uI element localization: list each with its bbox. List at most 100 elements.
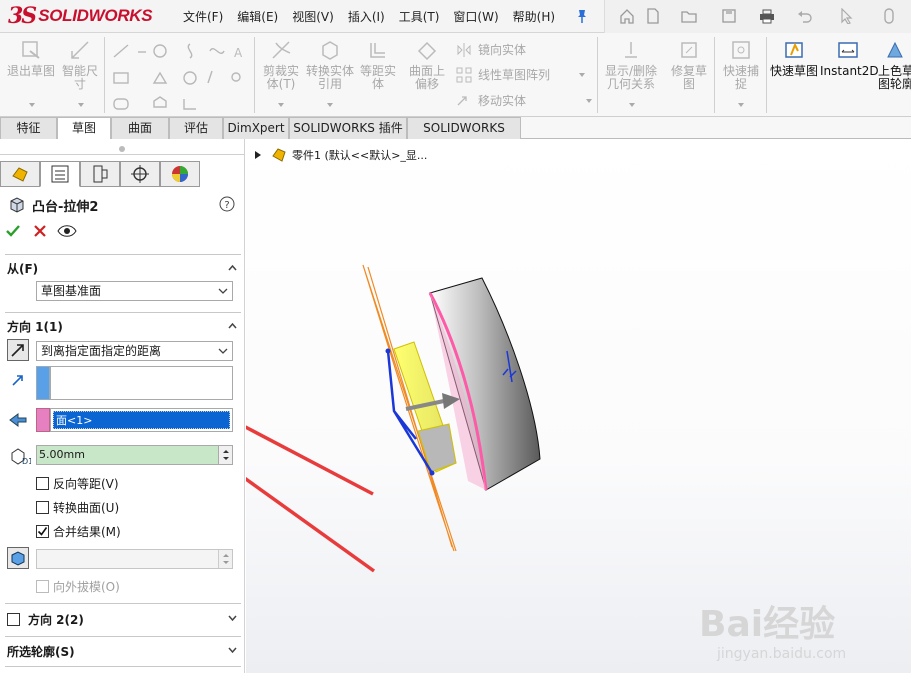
home-icon[interactable] [619,8,635,24]
quick-snaps-button[interactable]: 快速捕捉 [718,33,764,91]
checkbox-box-checked [36,525,49,538]
move-entities-dropdown-icon[interactable] [586,99,592,103]
menu-window[interactable]: 窗口(W) [453,8,498,25]
menu-view[interactable]: 视图(V) [292,8,334,25]
smart-dimension-button[interactable]: 智能尺寸 [58,33,102,91]
instant2d-button[interactable]: Instant2D [820,33,879,78]
open-folder-icon[interactable] [681,8,697,24]
snaps-dropdown-icon[interactable] [738,103,744,107]
sketch-point[interactable] [429,470,435,476]
menu-insert[interactable]: 插入(I) [348,8,385,25]
tab-dimxpert[interactable]: DimXpert [223,117,289,139]
direction2-checkbox[interactable]: 方向 2(2) [7,611,84,628]
offset-distance-input[interactable]: 5.00mm [36,445,233,465]
direction1-section-header[interactable]: 方向 1(1) [7,318,252,335]
rebuild-icon[interactable] [881,8,897,24]
smart-dim-dropdown-icon[interactable] [78,103,84,107]
mirror-entities-button[interactable]: 镜向实体 [456,41,526,58]
select-arrow-icon[interactable] [839,8,855,24]
merge-result-checkbox[interactable]: 合并结果(M) [36,523,121,540]
display-delete-relations-button[interactable]: 显示/删除几何关系 [600,33,662,91]
linear-pattern-dropdown-icon[interactable] [579,73,585,77]
tab-surfaces[interactable]: 曲面 [111,117,169,139]
menu-help[interactable]: 帮助(H) [513,8,555,25]
offset-entities-icon [370,43,385,58]
distance-spinner[interactable] [218,446,232,464]
tab-feature-manager[interactable] [0,161,40,187]
title-bar: 3S SOLIDWORKS 文件(F) 编辑(E) 视图(V) 插入(I) 工具… [0,0,911,33]
svg-text:?: ? [224,200,229,211]
tab-solidworks-mbd[interactable]: SOLIDWORKS MBD [407,117,521,156]
menu-edit[interactable]: 编辑(E) [237,8,278,25]
solidworks-logo[interactable]: 3S SOLIDWORKS [8,3,153,29]
convert-entities-button[interactable]: 转换实体引用 [306,33,354,91]
convert-dropdown-icon[interactable] [327,103,333,107]
exit-sketch-button[interactable]: 退出草图 [6,33,56,78]
offset-entities-button[interactable]: 等距实体 [356,33,400,91]
linear-pattern-button[interactable]: 线性草图阵列 [456,66,550,83]
exit-sketch-dropdown-icon[interactable] [29,103,35,107]
ok-checkmark-icon[interactable] [5,223,21,239]
offset-on-surface-button[interactable]: 曲面上偏移 [404,33,450,91]
smart-dimension-icon [71,41,89,59]
relations-dropdown-icon[interactable] [629,103,635,107]
tab-display-manager[interactable] [160,161,200,187]
rapid-sketch-button[interactable]: 快速草图 [770,33,818,78]
save-icon[interactable] [721,8,737,24]
cancel-x-icon[interactable] [33,224,47,238]
selected-contours-header[interactable]: 所选轮廓(S) [7,643,252,660]
tab-property-manager[interactable] [40,161,80,187]
direction-vector-input[interactable] [50,366,233,400]
chevron-down-icon [218,348,228,354]
move-entities-button[interactable]: 移动实体 [456,92,526,109]
convert-entities-icon [322,41,338,60]
tab-configuration-manager[interactable] [80,161,120,187]
from-select[interactable]: 草图基准面 [36,281,233,301]
chevron-up-icon[interactable] [228,321,237,330]
reverse-direction-button[interactable] [7,339,29,361]
reverse-offset-checkbox[interactable]: 反向等距(V) [36,475,119,492]
draft-toggle-button[interactable] [7,547,29,569]
sketch-point[interactable] [385,348,391,354]
move-entities-label: 移动实体 [478,94,527,108]
menu-file[interactable]: 文件(F) [183,8,223,25]
preview-eye-icon[interactable] [57,224,77,238]
svg-text:D1: D1 [22,457,31,465]
undo-icon[interactable] [797,8,813,24]
end-condition-select[interactable]: 到离指定面指定的距离 [36,341,233,361]
shaded-sketch-contours-button[interactable]: 上色草图轮廓 [878,33,911,91]
model-viewport[interactable] [246,139,911,673]
face-selection-box[interactable]: 面<1> [50,408,233,432]
tab-solidworks-addins[interactable]: SOLIDWORKS 插件 [289,117,407,139]
translate-surface-checkbox[interactable]: 转换曲面(U) [36,499,119,516]
checkbox-box [36,501,49,514]
trim-entities-button[interactable]: 剪裁实体(T) [258,33,304,91]
chevron-up-icon[interactable] [228,263,237,272]
toolbar-separator [766,37,767,113]
menu-tools[interactable]: 工具(T) [399,8,440,25]
graphics-area[interactable]: 零件1 (默认<<默认>_显... Bai经验 jingyan.baidu.co… [246,139,911,673]
tab-features[interactable]: 特征 [0,117,57,139]
print-icon[interactable] [759,8,775,24]
draft-spinner[interactable] [218,550,232,568]
chevron-down-icon[interactable] [228,614,237,623]
tab-evaluate[interactable]: 评估 [169,117,223,139]
sketch-entity-tools[interactable]: A [110,41,250,113]
help-icon[interactable]: ? [219,196,235,212]
tab-sketch[interactable]: 草图 [57,117,111,140]
draft-angle-input[interactable] [36,549,233,569]
divider [5,603,241,604]
divider [5,312,241,313]
direction-vector-icon [12,375,23,386]
chevron-down-icon[interactable] [228,646,237,655]
selected-face-item[interactable]: 面<1> [53,411,230,429]
tab-dimxpert-manager[interactable] [120,161,160,187]
draft-outward-label: 向外拔模(O) [53,580,120,594]
trim-dropdown-icon[interactable] [278,103,284,107]
pin-icon[interactable] [576,9,588,23]
from-section-header[interactable]: 从(F) [7,260,252,277]
panel-drag-handle-icon[interactable] [119,146,125,152]
new-document-icon[interactable] [645,8,661,24]
repair-sketch-button[interactable]: 修复草图 [666,33,712,91]
draft-outward-checkbox[interactable]: 向外拔模(O) [36,578,120,595]
